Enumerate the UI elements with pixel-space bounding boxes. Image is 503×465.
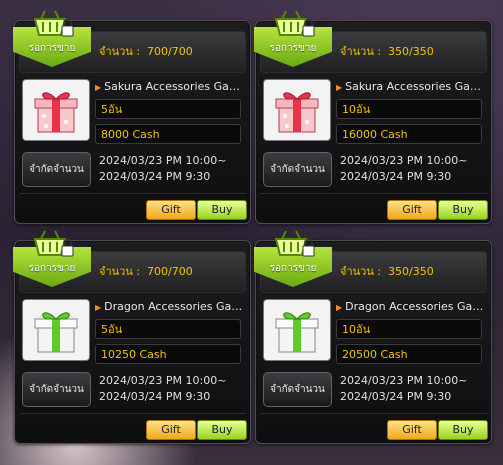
- pink-gift-box-icon: [34, 92, 78, 133]
- green-gift-box-icon: [275, 312, 319, 353]
- item-thumbnail: [22, 79, 90, 141]
- sale-period: 2024/03/23 PM 10:00~ 2024/03/24 PM 9:30: [340, 153, 467, 185]
- sale-start: 2024/03/23 PM 10:00~: [340, 374, 468, 387]
- limit-button[interactable]: จำกัดจำนวน: [263, 152, 332, 187]
- limit-button[interactable]: จำกัดจำนวน: [22, 152, 91, 187]
- item-title[interactable]: ▶ Dragon Accessories Gac...: [95, 300, 245, 313]
- amount-field: 5อัน: [95, 319, 241, 339]
- gift-button[interactable]: Gift: [146, 200, 196, 220]
- gift-button[interactable]: Gift: [387, 420, 437, 440]
- buy-button[interactable]: Buy: [197, 200, 247, 220]
- green-gift-box-icon: [34, 312, 78, 353]
- sale-badge: รอการขาย: [254, 229, 332, 293]
- basket-lock-icon: [274, 230, 315, 257]
- limit-button[interactable]: จำกัดจำนวน: [263, 372, 332, 407]
- amount-field: 10อัน: [336, 319, 482, 339]
- shop-card: รอการขาย จำนวน : 700/700 ▶ Sakura Accesso…: [13, 10, 251, 224]
- quantity-label: จำนวน : 350/350: [340, 265, 434, 278]
- pink-gift-box-icon: [275, 92, 319, 133]
- basket-lock-icon: [274, 10, 315, 37]
- price-field: 8000 Cash: [95, 124, 241, 144]
- amount-field: 10อัน: [336, 99, 482, 119]
- buy-button[interactable]: Buy: [197, 420, 247, 440]
- item-title[interactable]: ▶ Sakura Accessories Gac...: [336, 80, 486, 93]
- item-thumbnail: [22, 299, 90, 361]
- sale-badge: รอการขาย: [13, 229, 91, 293]
- sale-badge: รอการขาย: [254, 9, 332, 73]
- sale-end: 2024/03/24 PM 9:30: [99, 170, 211, 183]
- quantity-label: จำนวน : 700/700: [99, 265, 193, 278]
- sale-badge-label: รอการขาย: [269, 43, 317, 54]
- quantity-label: จำนวน : 350/350: [340, 45, 434, 58]
- buy-button[interactable]: Buy: [438, 420, 488, 440]
- item-thumbnail: [263, 299, 331, 361]
- buy-button[interactable]: Buy: [438, 200, 488, 220]
- sale-badge: รอการขาย: [13, 9, 91, 73]
- sale-start: 2024/03/23 PM 10:00~: [340, 154, 468, 167]
- item-title[interactable]: ▶ Dragon Accessories Gac...: [336, 300, 486, 313]
- quantity-label: จำนวน : 700/700: [99, 45, 193, 58]
- gift-button[interactable]: Gift: [146, 420, 196, 440]
- basket-lock-icon: [33, 230, 74, 257]
- amount-field: 5อัน: [95, 99, 241, 119]
- price-field: 20500 Cash: [336, 344, 482, 364]
- item-thumbnail: [263, 79, 331, 141]
- gift-button[interactable]: Gift: [387, 200, 437, 220]
- sale-badge-label: รอการขาย: [269, 263, 317, 274]
- item-title[interactable]: ▶ Sakura Accessories Gac...: [95, 80, 245, 93]
- sale-badge-label: รอการขาย: [28, 43, 76, 54]
- sale-start: 2024/03/23 PM 10:00~: [99, 154, 227, 167]
- shop-card: รอการขาย จำนวน : 350/350 ▶ Dragon Accesso…: [254, 230, 492, 444]
- sale-end: 2024/03/24 PM 9:30: [340, 170, 452, 183]
- sale-period: 2024/03/23 PM 10:00~ 2024/03/24 PM 9:30: [99, 373, 226, 405]
- sale-end: 2024/03/24 PM 9:30: [99, 390, 211, 403]
- basket-lock-icon: [33, 10, 74, 37]
- sale-start: 2024/03/23 PM 10:00~: [99, 374, 227, 387]
- limit-button[interactable]: จำกัดจำนวน: [22, 372, 91, 407]
- shop-card: รอการขาย จำนวน : 700/700 ▶ Dragon Accesso…: [13, 230, 251, 444]
- sale-end: 2024/03/24 PM 9:30: [340, 390, 452, 403]
- price-field: 10250 Cash: [95, 344, 241, 364]
- sale-badge-label: รอการขาย: [28, 263, 76, 274]
- shop-card: รอการขาย จำนวน : 350/350 ▶ Sakura Accesso…: [254, 10, 492, 224]
- sale-period: 2024/03/23 PM 10:00~ 2024/03/24 PM 9:30: [340, 373, 467, 405]
- price-field: 16000 Cash: [336, 124, 482, 144]
- sale-period: 2024/03/23 PM 10:00~ 2024/03/24 PM 9:30: [99, 153, 226, 185]
